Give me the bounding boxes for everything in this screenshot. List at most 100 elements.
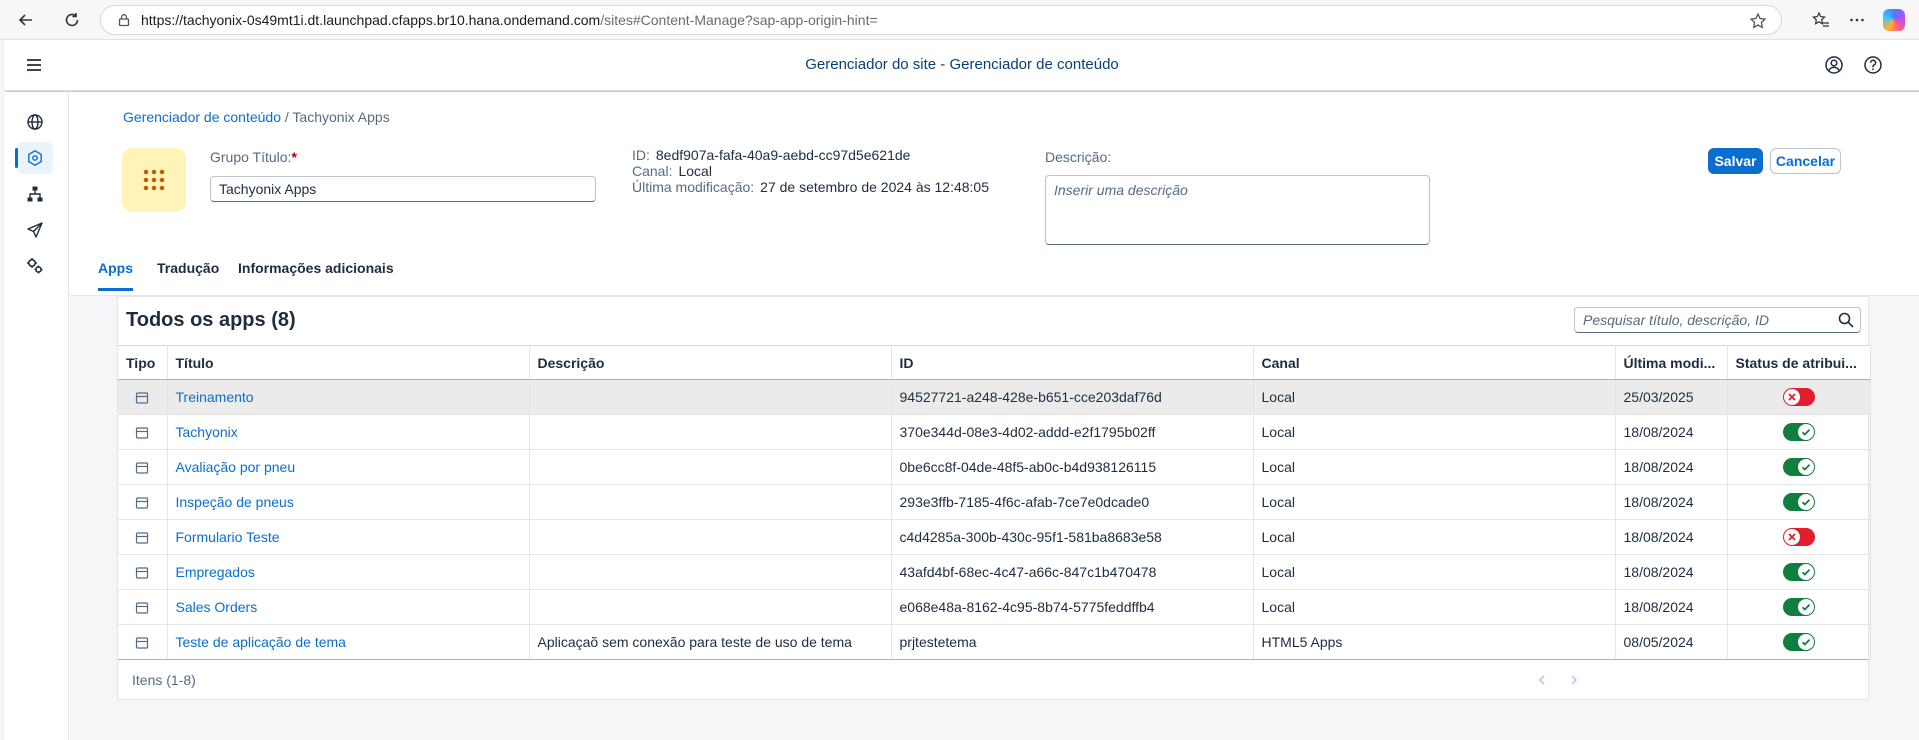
tab-additional-info[interactable]: Informações adicionais — [238, 260, 394, 288]
more-menu-button[interactable] — [1839, 2, 1875, 38]
launchpad-shell: Gerenciador do site - Gerenciador de con… — [5, 40, 1919, 740]
address-bar[interactable]: https://tachyonix-0s49mt1i.dt.launchpad.… — [100, 5, 1782, 35]
table-row[interactable]: Formulario Teste c4d4285a-300b-430c-95f1-… — [118, 519, 1871, 555]
column-header-id[interactable]: ID — [891, 345, 1254, 380]
group-tile-avatar — [122, 148, 186, 212]
assignment-status-cell — [1727, 519, 1871, 555]
cancel-button[interactable]: Cancelar — [1770, 148, 1841, 174]
status-assigned-badge[interactable] — [1782, 423, 1815, 442]
app-description — [529, 519, 892, 555]
column-header-assignment-status[interactable]: Status de atribui... — [1727, 345, 1871, 380]
rail-item-roles[interactable] — [17, 178, 53, 210]
next-page-button[interactable] — [1564, 670, 1584, 690]
table-row[interactable]: Sales Orders e068e48a-8162-4c95-8b74-5775… — [118, 589, 1871, 625]
assignment-status-cell — [1727, 414, 1871, 450]
app-description — [529, 379, 892, 415]
cross-icon — [1787, 533, 1796, 541]
breadcrumb-link-content-manager[interactable]: Gerenciador de conteúdo — [123, 109, 281, 125]
status-assigned-badge[interactable] — [1782, 598, 1815, 617]
assignment-status-cell — [1727, 449, 1871, 485]
assignment-status-cell — [1727, 589, 1871, 625]
search-input[interactable] — [1575, 308, 1825, 332]
app-id: 43afd4bf-68ec-4c47-a66c-847c1b470478 — [891, 554, 1254, 590]
table-row[interactable]: Empregados 43afd4bf-68ec-4c47-a66c-847c1b… — [118, 554, 1871, 590]
table-row[interactable]: Treinamento 94527721-a248-428e-b651-cce20… — [118, 379, 1871, 415]
app-tile-icon — [136, 427, 149, 439]
app-id: 293e3ffb-7185-4f6c-afab-7ce7e0dcade0 — [891, 484, 1254, 520]
status-error-badge[interactable] — [1782, 388, 1815, 407]
rail-item-transport[interactable] — [17, 214, 53, 246]
search-icon[interactable] — [1838, 312, 1854, 328]
help-icon[interactable] — [1863, 55, 1883, 75]
site-info-icon[interactable] — [117, 13, 131, 27]
app-tile-icon — [136, 462, 149, 474]
app-title-link[interactable]: Formulario Teste — [167, 519, 530, 555]
side-navigation — [5, 92, 69, 740]
assignment-status-cell — [1727, 554, 1871, 590]
status-assigned-badge[interactable] — [1782, 563, 1815, 582]
description-textarea[interactable] — [1045, 175, 1430, 245]
rail-item-content[interactable] — [15, 142, 53, 174]
status-error-badge[interactable] — [1782, 528, 1815, 547]
rail-item-settings[interactable] — [17, 250, 53, 282]
status-knob — [1797, 424, 1814, 441]
app-title-link[interactable]: Teste de aplicação de tema — [167, 624, 530, 660]
checkmark-icon — [1801, 429, 1810, 436]
browser-toolbar: https://tachyonix-0s49mt1i.dt.launchpad.… — [0, 0, 1919, 40]
group-title-input[interactable] — [210, 176, 596, 202]
apps-search-field[interactable] — [1574, 307, 1861, 333]
app-id: c4d4285a-300b-430c-95f1-581ba8683e58 — [891, 519, 1254, 555]
cross-icon — [1787, 393, 1796, 401]
apps-panel: Todos os apps (8) Tipo Título Descrição — [70, 296, 1919, 740]
type-cell — [118, 519, 168, 555]
status-knob — [1783, 389, 1800, 406]
table-row[interactable]: Avaliação por pneu 0be6cc8f-04de-48f5-ab0… — [118, 449, 1871, 485]
column-header-type[interactable]: Tipo — [118, 345, 168, 380]
status-knob — [1797, 459, 1814, 476]
arrow-left-icon — [18, 14, 32, 26]
channel-value: Local — [678, 163, 712, 179]
favorites-icon — [1812, 11, 1829, 27]
status-assigned-badge[interactable] — [1782, 633, 1815, 652]
app-title-link[interactable]: Sales Orders — [167, 589, 530, 625]
save-button[interactable]: Salvar — [1708, 148, 1763, 174]
rail-item-sites[interactable] — [17, 106, 53, 138]
shell-title: Gerenciador do site - Gerenciador de con… — [805, 56, 1119, 73]
user-profile-icon[interactable] — [1824, 55, 1844, 75]
status-assigned-badge[interactable] — [1782, 493, 1815, 512]
table-row[interactable]: Inspeção de pneus 293e3ffb-7185-4f6c-afab… — [118, 484, 1871, 520]
ellipsis-icon — [1850, 18, 1864, 22]
app-last-modified: 18/08/2024 — [1615, 449, 1728, 485]
status-knob — [1783, 529, 1800, 546]
url-host: https://tachyonix-0s49mt1i.dt.launchpad.… — [141, 12, 601, 28]
bookmark-star-icon[interactable] — [1749, 12, 1767, 30]
column-header-channel[interactable]: Canal — [1253, 345, 1616, 380]
column-header-description[interactable]: Descrição — [529, 345, 892, 380]
previous-page-button[interactable] — [1532, 670, 1552, 690]
app-title-link[interactable]: Treinamento — [167, 379, 530, 415]
app-title-link[interactable]: Tachyonix — [167, 414, 530, 450]
copilot-icon[interactable] — [1883, 9, 1905, 31]
app-channel: Local — [1253, 449, 1616, 485]
table-row[interactable]: Tachyonix 370e344d-08e3-4d02-addd-e2f1795… — [118, 414, 1871, 450]
favorites-button[interactable] — [1803, 2, 1839, 38]
column-header-last-modified[interactable]: Última modi... — [1615, 345, 1728, 380]
globe-icon — [27, 114, 43, 130]
status-assigned-badge[interactable] — [1782, 458, 1815, 477]
column-header-title[interactable]: Título — [167, 345, 530, 380]
back-button[interactable] — [8, 2, 44, 38]
app-title-link[interactable]: Inspeção de pneus — [167, 484, 530, 520]
app-last-modified: 18/08/2024 — [1615, 589, 1728, 625]
channel-label: Canal: — [632, 163, 673, 179]
table-row[interactable]: Teste de aplicação de tema Aplicaçaõ sem … — [118, 624, 1871, 660]
tab-translation[interactable]: Tradução — [157, 260, 219, 288]
tab-apps[interactable]: Apps — [98, 260, 133, 291]
reload-button[interactable] — [54, 2, 90, 38]
type-cell — [118, 449, 168, 485]
app-title-link[interactable]: Empregados — [167, 554, 530, 590]
app-channel: Local — [1253, 414, 1616, 450]
send-icon — [27, 222, 43, 238]
id-value: 8edf907a-fafa-40a9-aebd-cc97d5e621de — [655, 147, 911, 163]
items-count: Itens (1-8) — [132, 672, 196, 688]
app-title-link[interactable]: Avaliação por pneu — [167, 449, 530, 485]
